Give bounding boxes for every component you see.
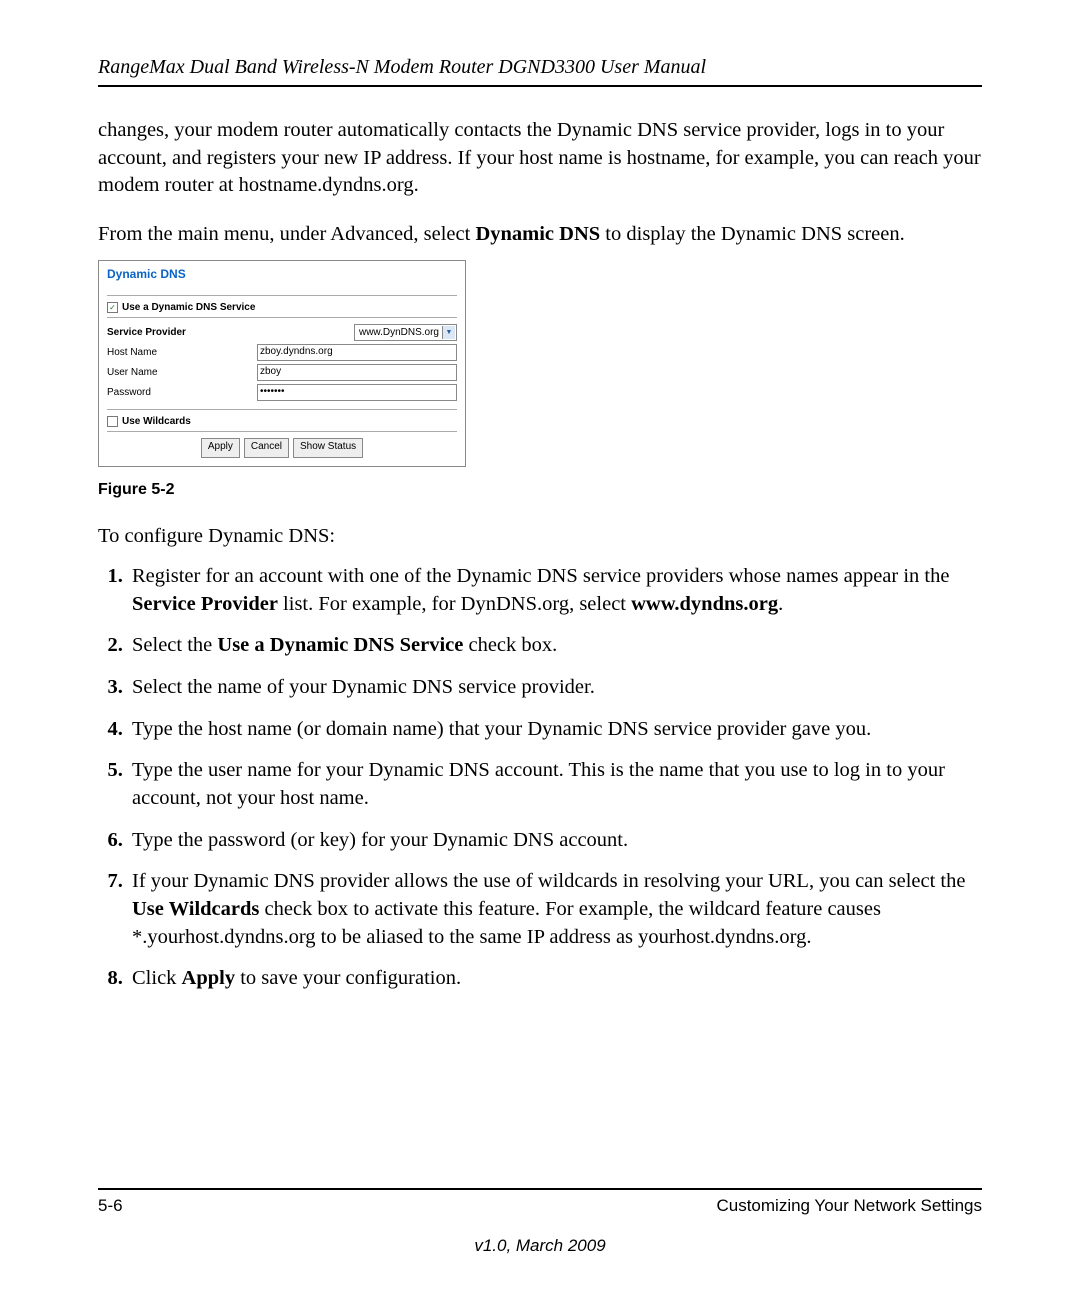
page-number: 5-6 [98,1196,123,1216]
use-wildcards-checkbox[interactable] [107,416,118,427]
p2-bold: Dynamic DNS [475,223,600,245]
page-header-title: RangeMax Dual Band Wireless-N Modem Rout… [98,56,982,87]
step-3: Select the name of your Dynamic DNS serv… [128,674,982,702]
intro-para-2: From the main menu, under Advanced, sele… [98,221,982,249]
s7-b: Use Wildcards [132,898,259,920]
user-name-input[interactable]: zboy [257,364,457,381]
service-provider-select[interactable]: www.DynDNS.org ▼ [354,324,457,341]
ss-title: Dynamic DNS [107,267,457,281]
step-4: Type the host name (or domain name) that… [128,716,982,744]
s2-pre: Select the [132,634,217,656]
dynamic-dns-screenshot: Dynamic DNS Use a Dynamic DNS Service Se… [98,260,466,467]
step-6: Type the password (or key) for your Dyna… [128,827,982,855]
show-status-button[interactable]: Show Status [293,438,363,458]
password-label: Password [107,387,257,398]
s2-b: Use a Dynamic DNS Service [217,634,463,656]
password-input[interactable]: ••••••• [257,384,457,401]
use-service-checkbox[interactable] [107,302,118,313]
s8-pre: Click [132,967,182,989]
s1-b2: www.dyndns.org [631,593,778,615]
config-intro: To configure Dynamic DNS: [98,523,982,551]
s8-post: to save your configuration. [235,967,461,989]
s7-pre: If your Dynamic DNS provider allows the … [132,870,965,892]
host-name-label: Host Name [107,347,257,358]
cancel-button[interactable]: Cancel [244,438,289,458]
version-info: v1.0, March 2009 [98,1236,982,1256]
apply-button[interactable]: Apply [201,438,240,458]
page-footer: 5-6 Customizing Your Network Settings v1… [98,1188,982,1256]
s2-post: check box. [463,634,557,656]
s1-pre: Register for an account with one of the … [132,565,949,587]
s8-b: Apply [182,967,236,989]
figure-caption: Figure 5-2 [98,481,982,499]
steps-list: Register for an account with one of the … [98,563,982,993]
step-8: Click Apply to save your configuration. [128,965,982,993]
s1-b1: Service Provider [132,593,278,615]
step-5: Type the user name for your Dynamic DNS … [128,757,982,812]
step-2: Select the Use a Dynamic DNS Service che… [128,632,982,660]
s1-post: . [778,593,783,615]
s1-mid: list. For example, for DynDNS.org, selec… [278,593,631,615]
service-provider-label: Service Provider [107,327,257,338]
step-7: If your Dynamic DNS provider allows the … [128,868,982,951]
user-name-label: User Name [107,367,257,378]
use-service-label: Use a Dynamic DNS Service [122,302,255,313]
intro-para-1: changes, your modem router automatically… [98,117,982,200]
step-1: Register for an account with one of the … [128,563,982,618]
use-wildcards-label: Use Wildcards [122,416,191,427]
p2-post: to display the Dynamic DNS screen. [600,223,905,245]
host-name-input[interactable]: zboy.dyndns.org [257,344,457,361]
service-provider-value: www.DynDNS.org [356,327,442,338]
chevron-down-icon: ▼ [442,326,455,339]
p2-pre: From the main menu, under Advanced, sele… [98,223,475,245]
section-name: Customizing Your Network Settings [716,1196,982,1216]
